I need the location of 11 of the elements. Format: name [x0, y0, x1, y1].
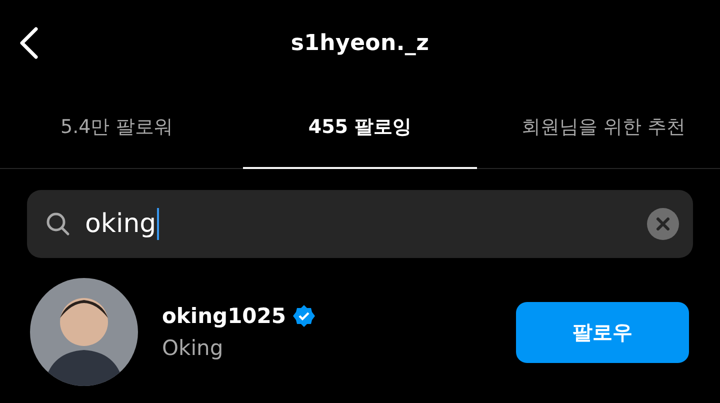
search-field[interactable]: oking [27, 190, 693, 258]
clear-icon[interactable] [647, 208, 679, 240]
username: oking1025 [162, 304, 286, 328]
search-icon [45, 211, 71, 237]
tab[interactable]: 회원님을 위한 추천 [486, 86, 720, 169]
full-name: Oking [162, 336, 224, 360]
search-query: oking [85, 209, 156, 239]
tab[interactable]: 5.4만 팔로워 [0, 86, 234, 169]
text-cursor [157, 208, 160, 240]
tab[interactable]: 455 팔로잉 [243, 86, 477, 169]
profile-username: s1hyeon._z [290, 30, 430, 56]
